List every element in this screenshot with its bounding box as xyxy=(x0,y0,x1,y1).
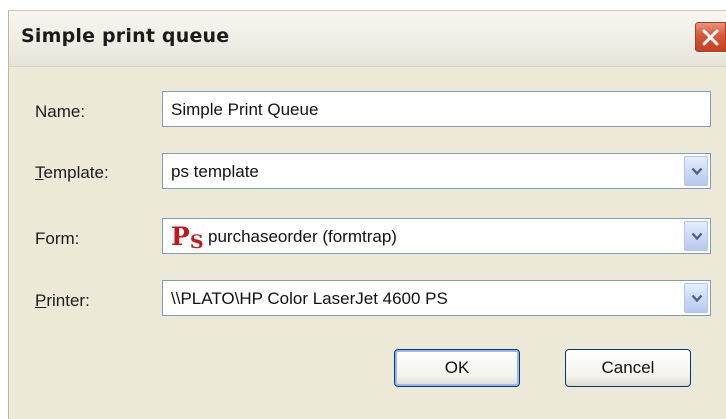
form-select[interactable]: PS purchaseorder (formtrap) xyxy=(162,218,711,254)
template-select-value: ps template xyxy=(171,162,259,181)
dialog-window: Simple print queue Name: Simple Print Qu… xyxy=(8,10,726,419)
chevron-down-icon xyxy=(691,294,703,303)
printer-select-value: \\PLATO\HP Color LaserJet 4600 PS xyxy=(171,289,448,308)
printer-dropdown-button[interactable] xyxy=(684,283,708,313)
template-label-rest: emplate: xyxy=(43,163,109,182)
title-bar[interactable]: Simple print queue xyxy=(9,11,726,67)
ps-form-icon: PS xyxy=(171,222,204,253)
name-field-value: Simple Print Queue xyxy=(171,100,319,119)
close-button[interactable] xyxy=(694,21,726,53)
printer-select[interactable]: \\PLATO\HP Color LaserJet 4600 PS xyxy=(162,280,711,316)
template-select[interactable]: ps template xyxy=(162,153,711,189)
printer-label-accel: P xyxy=(35,291,47,310)
ok-button[interactable]: OK xyxy=(394,349,520,387)
name-label: Name: xyxy=(35,102,86,121)
template-label: Template: xyxy=(35,163,109,183)
close-icon xyxy=(702,29,719,46)
form-label: Form: xyxy=(35,229,80,248)
form-dropdown-button[interactable] xyxy=(684,221,708,251)
template-dropdown-button[interactable] xyxy=(684,156,708,186)
dialog-title: Simple print queue xyxy=(21,25,230,47)
form-select-value: purchaseorder (formtrap) xyxy=(208,227,397,246)
name-field[interactable]: Simple Print Queue xyxy=(162,91,711,127)
chevron-down-icon xyxy=(691,232,703,241)
printer-label-rest: rinter: xyxy=(46,291,90,310)
cancel-button[interactable]: Cancel xyxy=(565,349,691,387)
template-label-accel: T xyxy=(35,163,44,182)
printer-label: Printer: xyxy=(35,291,90,311)
chevron-down-icon xyxy=(691,167,703,176)
